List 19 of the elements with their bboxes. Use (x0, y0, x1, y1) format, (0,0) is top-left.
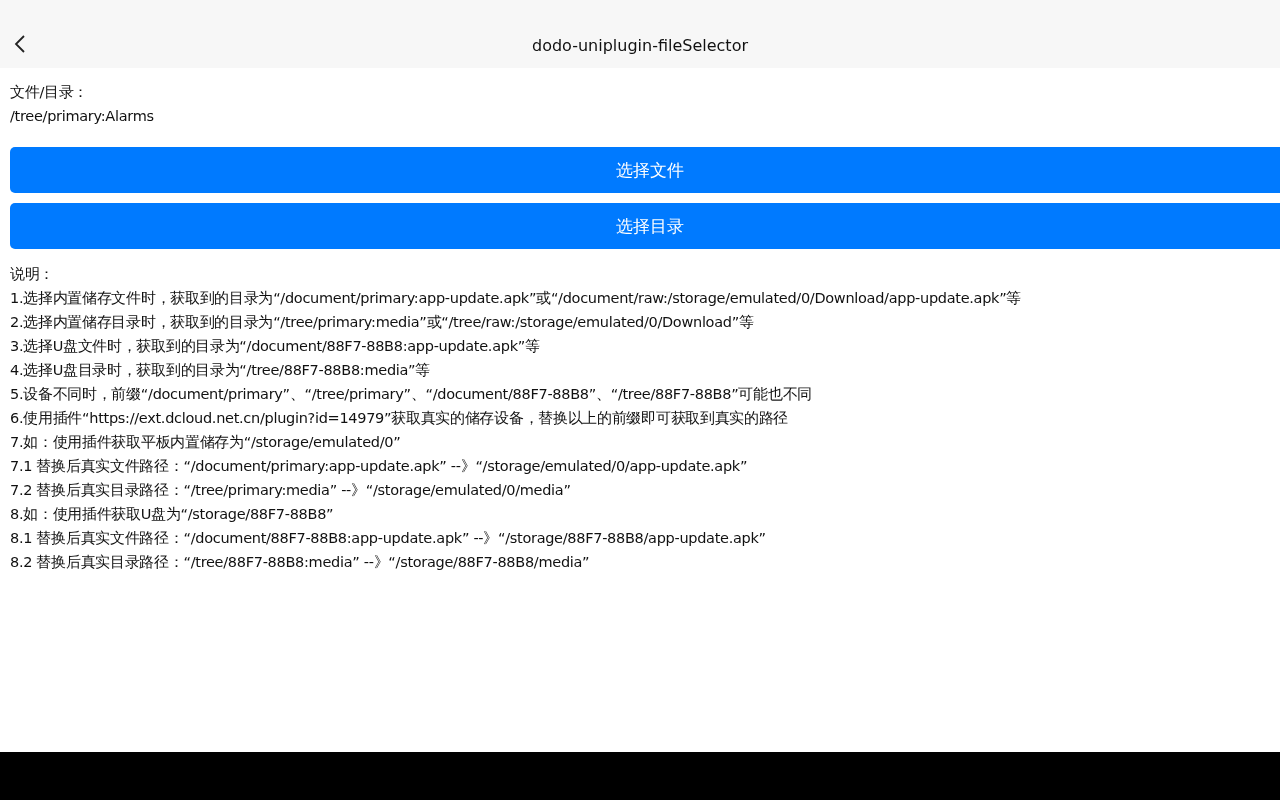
selected-path: /tree/primary:Alarms (10, 107, 155, 126)
note-line: 2.选择内置储存目录时，获取到的目录为“/tree/primary:media”或“/tree/raw:/storage/emulated/0/Download”等 (10, 313, 755, 332)
note-line: 6.使用插件“https://ext.dcloud.net.cn/plugin?id=14979”获取真实的储存设备，替换以上的前缀即可获取到真实的路径 (10, 409, 790, 428)
note-line: 8.2 替换后真实目录路径：“/tree/88F7-88B8:media” --》“/storage/88F7-88B8/media” (10, 553, 591, 572)
note-line: 7.如：使用插件获取平板内置储存为“/storage/emulated/0” (10, 433, 402, 452)
note-line: 4.选择U盘目录时，获取到的目录为“/tree/88F7-88B8:media”等 (10, 361, 432, 380)
note-line: 3.选择U盘文件时，获取到的目录为“/document/88F7-88B8:app-update.apk”等 (10, 337, 541, 356)
chevron-left-icon (14, 34, 26, 54)
note-line: 7.1 替换后真实文件路径：“/document/primary:app-update.apk” --》“/storage/emulated/0/app-update.apk” (10, 457, 749, 476)
note-line: 1.选择内置储存文件时，获取到的目录为“/document/primary:app-update.apk”或“/document/raw:/storage/emulated/0/Download/app-update.apk”等 (10, 289, 1023, 308)
select-button[interactable]: 选择目录 (10, 203, 1280, 249)
selection-label: 文件/目录： (10, 83, 90, 102)
note-line: 7.2 替换后真实目录路径：“/tree/primary:media” --》“/storage/emulated/0/media” (10, 481, 572, 500)
notes-heading: 说明： (10, 265, 56, 284)
note-line: 5.设备不同时，前缀“/document/primary”、“/tree/primary”、“/document/88F7-88B8”、“/tree/88F7-88B8”可能也不同 (10, 385, 813, 404)
select-button[interactable]: 选择文件 (10, 147, 1280, 193)
note-line: 8.如：使用插件获取U盘为“/storage/88F7-88B8” (10, 505, 335, 524)
page-title: dodo-uniplugin-fileSelector (531, 35, 748, 57)
note-line: 8.1 替换后真实文件路径：“/document/88F7-88B8:app-update.apk” --》“/storage/88F7-88B8/app-update.apk” (10, 529, 767, 548)
